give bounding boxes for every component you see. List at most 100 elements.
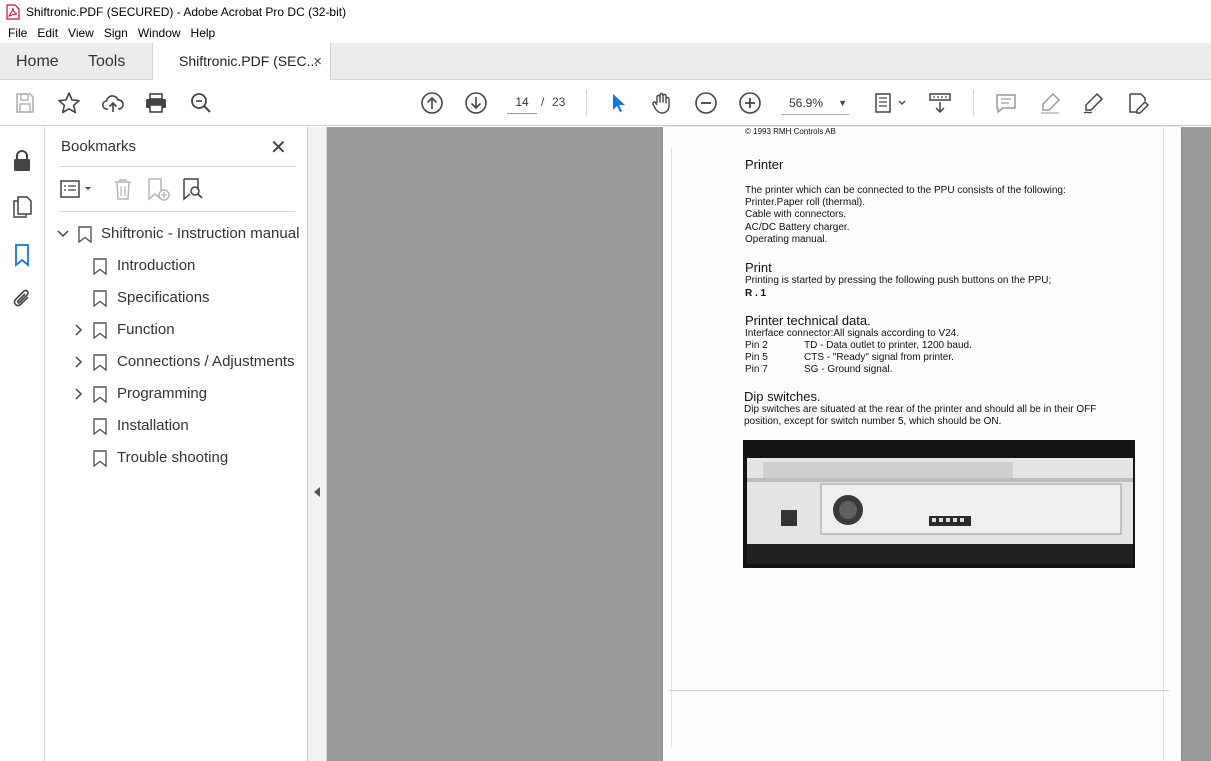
menu-sign[interactable]: Sign [100, 26, 132, 40]
zoom-in-icon[interactable] [738, 91, 762, 115]
pin-row: Pin 5 CTS - "Ready" signal from printer. [745, 352, 954, 363]
menu-edit[interactable]: Edit [33, 26, 62, 40]
bookmark-label: Installation [117, 417, 189, 434]
pin-label: Pin 5 [745, 352, 768, 363]
menu-help[interactable]: Help [187, 26, 220, 40]
bookmark-icon [78, 226, 92, 243]
tech-intro: Interface connector:All signals accordin… [745, 328, 960, 339]
options-menu-icon[interactable] [59, 176, 95, 202]
bookmark-icon [93, 258, 107, 275]
bookmark-label: Shiftronic - Instruction manual [101, 225, 300, 242]
dip-line: Dip switches are situated at the rear of… [744, 404, 1097, 415]
pin-row: Pin 7 SG - Ground signal. [745, 364, 892, 375]
bookmark-icon [93, 386, 107, 403]
tab-home[interactable]: Home [16, 43, 59, 80]
chevron-right-icon[interactable] [73, 324, 85, 336]
bookmark-item-specifications[interactable]: Specifications [45, 284, 308, 312]
bookmark-label: Programming [117, 385, 208, 402]
page-up-icon[interactable] [420, 91, 444, 115]
document-viewport[interactable]: © 1993 RMH Controls AB Printer The print… [327, 127, 1211, 761]
page-fit-icon[interactable] [874, 91, 908, 115]
acrobat-pdf-icon [6, 3, 20, 20]
page-number-input[interactable] [507, 90, 537, 114]
window-title: Shiftronic.PDF (SECURED) - Adobe Acrobat… [26, 4, 347, 19]
menu-file[interactable]: File [4, 26, 31, 40]
bookmark-label: Trouble shooting [117, 449, 229, 466]
lock-icon[interactable] [10, 149, 34, 173]
panel-splitter[interactable] [308, 127, 327, 761]
bookmark-icon [93, 418, 107, 435]
zoom-select[interactable]: 56.9% ▼ [781, 91, 849, 115]
title-bar: Shiftronic.PDF (SECURED) - Adobe Acrobat… [0, 0, 1211, 23]
pin-desc: CTS - "Ready" signal from printer. [804, 352, 954, 363]
bookmark-label: Specifications [117, 289, 210, 306]
bookmark-item-installation[interactable]: Installation [45, 412, 308, 440]
close-tab-icon[interactable]: × [313, 43, 322, 80]
scan-edge-right [1163, 127, 1164, 761]
collapse-panel-icon[interactable] [314, 487, 320, 497]
save-icon[interactable] [13, 91, 37, 115]
fill-sign-icon[interactable] [1126, 91, 1150, 115]
print-line: Printing is started by pressing the foll… [745, 275, 1052, 286]
bookmark-icon [93, 322, 107, 339]
delete-bookmark-icon[interactable] [110, 176, 136, 202]
bookmark-item-function[interactable]: Function [45, 316, 308, 344]
chevron-right-icon[interactable] [73, 356, 85, 368]
upload-cloud-icon[interactable] [101, 91, 125, 115]
printer-line: The printer which can be connected to th… [745, 185, 1066, 196]
select-cursor-icon[interactable] [606, 91, 630, 115]
zoom-value: 56.9% [789, 96, 824, 110]
tab-document[interactable]: Shiftronic.PDF (SEC... × [152, 43, 331, 81]
bookmarks-icon[interactable] [10, 243, 34, 267]
panel-divider [59, 166, 295, 167]
bookmark-star-icon[interactable] [57, 91, 81, 115]
search-zoom-icon[interactable] [189, 91, 213, 115]
zoom-out-icon[interactable] [694, 91, 718, 115]
page-down-icon[interactable] [464, 91, 488, 115]
scan-line [669, 690, 1169, 691]
scroll-mode-icon[interactable] [928, 91, 952, 115]
chevron-down-icon: ▼ [838, 98, 847, 108]
attachment-icon[interactable] [10, 287, 34, 311]
bookmark-item-introduction[interactable]: Introduction [45, 252, 308, 280]
bookmark-item-trouble-shooting[interactable]: Trouble shooting [45, 444, 308, 472]
pages-icon[interactable] [10, 195, 34, 219]
menu-window[interactable]: Window [134, 26, 185, 40]
highlight-icon[interactable] [1038, 91, 1062, 115]
menu-bar: File Edit View Sign Window Help [0, 23, 1211, 43]
print-icon[interactable] [144, 91, 168, 115]
bookmark-label: Connections / Adjustments [117, 353, 295, 370]
pin-desc: TD - Data outlet to printer, 1200 baud. [804, 340, 972, 351]
bookmark-item-root[interactable]: Shiftronic - Instruction manual [45, 220, 308, 248]
hand-icon[interactable] [650, 91, 674, 115]
tab-document-label: Shiftronic.PDF (SEC... [179, 53, 319, 69]
bookmark-item-programming[interactable]: Programming [45, 380, 308, 408]
comment-icon[interactable] [994, 91, 1018, 115]
chevron-right-icon[interactable] [73, 388, 85, 400]
panel-title: Bookmarks [61, 138, 137, 155]
tab-tools[interactable]: Tools [88, 43, 125, 80]
new-bookmark-icon[interactable] [145, 176, 171, 202]
bookmark-label: Function [117, 321, 175, 338]
toolbar-divider [586, 90, 587, 116]
sign-icon[interactable] [1081, 91, 1105, 115]
page-total: 23 [552, 95, 566, 109]
pin-desc: SG - Ground signal. [804, 364, 893, 375]
bookmark-item-connections[interactable]: Connections / Adjustments [45, 348, 308, 376]
bookmark-icon [93, 450, 107, 467]
pdf-page: © 1993 RMH Controls AB Printer The print… [663, 127, 1181, 761]
printer-photo [743, 440, 1135, 568]
find-bookmark-icon[interactable] [180, 176, 206, 202]
page-separator: / [541, 95, 545, 109]
bookmark-icon [93, 354, 107, 371]
heading-tech: Printer technical data. [745, 313, 871, 328]
chevron-down-icon[interactable] [57, 228, 69, 240]
bookmarks-panel: Bookmarks ✕ Shiftronic - Instruction man… [45, 127, 308, 761]
heading-printer: Printer [745, 157, 784, 172]
pin-label: Pin 2 [745, 340, 768, 351]
menu-view[interactable]: View [64, 26, 98, 40]
pin-label: Pin 7 [745, 364, 768, 375]
close-panel-icon[interactable]: ✕ [270, 135, 287, 160]
printer-line: Operating manual. [745, 234, 828, 245]
panel-divider-2 [59, 211, 295, 212]
